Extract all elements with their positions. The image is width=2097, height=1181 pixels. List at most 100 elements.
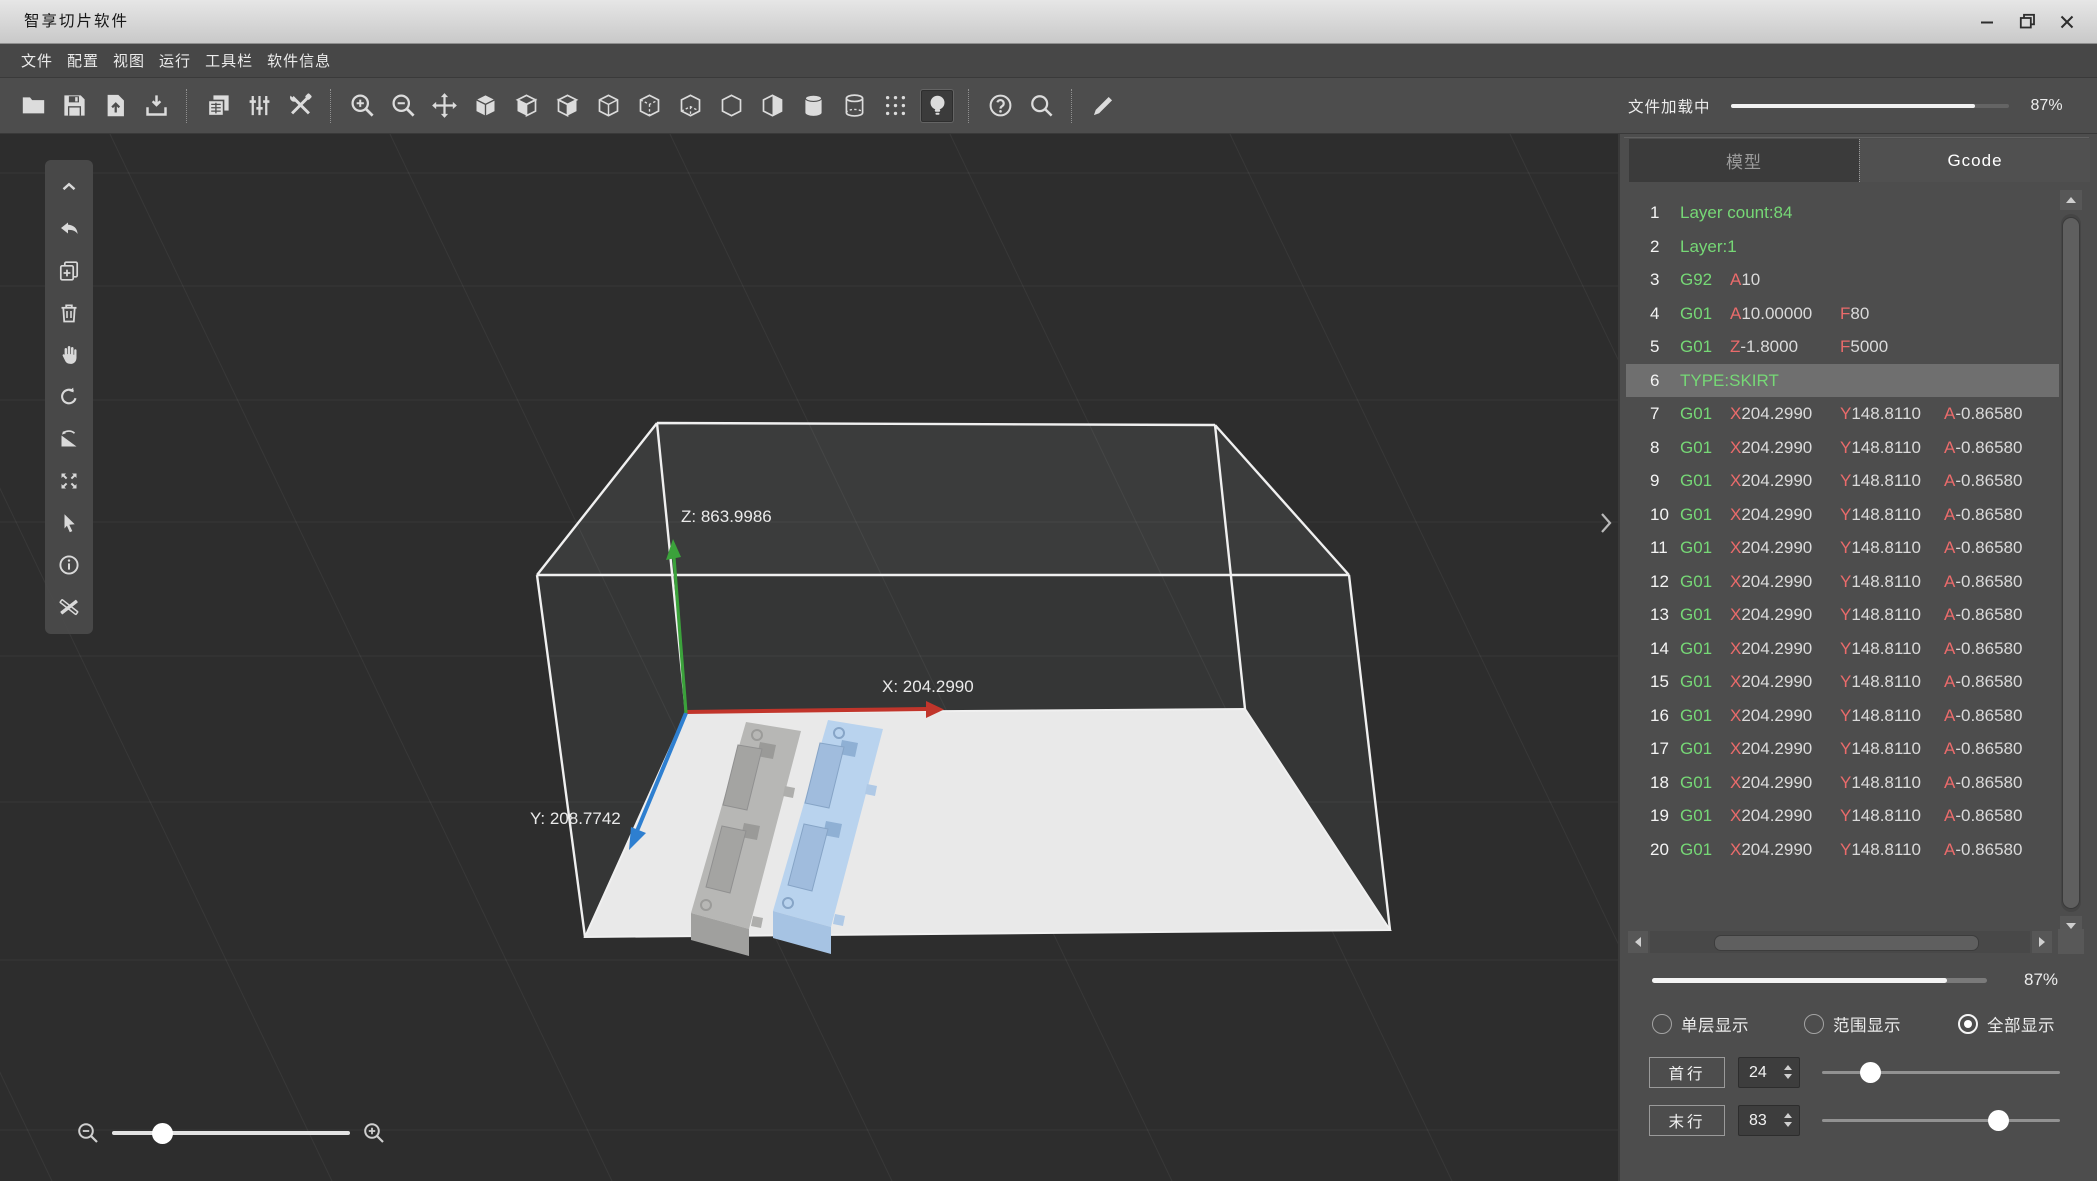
duplicate-model-button[interactable] — [50, 250, 88, 292]
pan-view-button[interactable] — [50, 334, 88, 376]
menu-item-file[interactable]: 文件 — [21, 50, 53, 71]
gcode-line[interactable]: 5G01Z-1.8000F5000 — [1626, 330, 2059, 364]
panel-collapse-button[interactable] — [1594, 506, 1618, 540]
annotate-button[interactable] — [1088, 91, 1118, 121]
view-cylinder-wire-button[interactable] — [839, 91, 869, 121]
last-line-slider[interactable] — [1822, 1105, 2060, 1136]
menu-item-run[interactable]: 运行 — [159, 50, 191, 71]
gcode-line[interactable]: 4G01A10.00000F80 — [1626, 297, 2059, 331]
move-view-button[interactable] — [429, 91, 459, 121]
gcode-line[interactable]: 10G01X204.2990Y148.8110A-0.86580 — [1626, 498, 2059, 532]
export-gcode-button[interactable] — [141, 91, 171, 121]
toolbar-separator — [968, 89, 970, 123]
view-hidden-edges-button[interactable] — [634, 91, 664, 121]
close-button[interactable] — [2047, 0, 2087, 43]
view-left-face-button[interactable] — [511, 91, 541, 121]
display-mode-all[interactable]: 全部显示 — [1958, 1004, 2055, 1044]
search-button[interactable] — [1026, 91, 1056, 121]
vertical-scroll-thumb[interactable] — [2062, 217, 2080, 909]
view-section-button[interactable] — [757, 91, 787, 121]
menu-item-toolbar[interactable]: 工具栏 — [205, 50, 253, 71]
select-model-button[interactable] — [50, 502, 88, 544]
view-bottom-face-button[interactable] — [675, 91, 705, 121]
first-line-slider-knob[interactable] — [1860, 1062, 1881, 1083]
first-line-spinner[interactable]: 24 — [1738, 1057, 1800, 1088]
gcode-line[interactable]: 11G01X204.2990Y148.8110A-0.86580 — [1626, 531, 2059, 565]
machine-tools-button[interactable] — [285, 91, 315, 121]
tab-gcode[interactable]: Gcode — [1859, 139, 2090, 182]
gcode-line[interactable]: 13G01X204.2990Y148.8110A-0.86580 — [1626, 598, 2059, 632]
help-button[interactable] — [985, 91, 1015, 121]
first-line-slider[interactable] — [1822, 1057, 2060, 1088]
display-mode-range[interactable]: 范围显示 — [1804, 1004, 1901, 1044]
scroll-left-button[interactable] — [1628, 931, 1648, 953]
first-line-label[interactable]: 首行 — [1649, 1057, 1725, 1088]
zoom-slider-track[interactable] — [112, 1131, 350, 1135]
delete-model-button[interactable] — [50, 292, 88, 334]
zoom-out-button[interactable] — [76, 1121, 100, 1145]
gcode-line[interactable]: 17G01X204.2990Y148.8110A-0.86580 — [1626, 732, 2059, 766]
zoom-in-button[interactable] — [362, 1121, 386, 1145]
zoom-out-icon — [390, 92, 417, 119]
last-line-label[interactable]: 末行 — [1649, 1105, 1725, 1136]
last-line-slider-knob[interactable] — [1988, 1110, 2009, 1131]
gcode-line[interactable]: 18G01X204.2990Y148.8110A-0.86580 — [1626, 766, 2059, 800]
copy-layout-button[interactable] — [203, 91, 233, 121]
last-line-spinner[interactable]: 83 — [1738, 1105, 1800, 1136]
spinner-up-button[interactable] — [1784, 1113, 1792, 1118]
gcode-line[interactable]: 15G01X204.2990Y148.8110A-0.86580 — [1626, 665, 2059, 699]
open-file-button[interactable] — [18, 91, 48, 121]
zoom-in-button[interactable] — [347, 91, 377, 121]
spinner-down-button[interactable] — [1784, 1122, 1792, 1127]
info-icon — [57, 553, 81, 577]
gcode-line[interactable]: 1Layer count:84 — [1626, 196, 2059, 230]
light-toggle-button[interactable] — [921, 90, 953, 122]
gcode-line[interactable]: 16G01X204.2990Y148.8110A-0.86580 — [1626, 699, 2059, 733]
undo-button[interactable] — [50, 208, 88, 250]
view-cylinder-button[interactable] — [798, 91, 828, 121]
menu-item-config[interactable]: 配置 — [67, 50, 99, 71]
tab-model[interactable]: 模型 — [1629, 139, 1859, 182]
gcode-line[interactable]: 7G01X204.2990Y148.8110A-0.86580 — [1626, 397, 2059, 431]
save-file-button[interactable] — [59, 91, 89, 121]
view-front-face-button[interactable] — [552, 91, 582, 121]
toolbar-separator — [186, 89, 188, 123]
menu-item-software-info[interactable]: 软件信息 — [267, 50, 331, 71]
view-wireframe-button[interactable] — [593, 91, 623, 121]
scroll-right-button[interactable] — [2032, 931, 2052, 953]
import-model-button[interactable] — [100, 91, 130, 121]
menu-item-view[interactable]: 视图 — [113, 50, 145, 71]
view-outline-button[interactable] — [716, 91, 746, 121]
display-mode-single-layer[interactable]: 单层显示 — [1652, 1004, 1749, 1044]
gcode-line[interactable]: 9G01X204.2990Y148.8110A-0.86580 — [1626, 464, 2059, 498]
gcode-line[interactable]: 3G92A10 — [1626, 263, 2059, 297]
vertical-scroll-track[interactable] — [2061, 214, 2081, 912]
fit-view-button[interactable] — [50, 460, 88, 502]
gcode-line[interactable]: 8G01X204.2990Y148.8110A-0.86580 — [1626, 431, 2059, 465]
model-info-button[interactable] — [50, 544, 88, 586]
left-toolbar — [45, 160, 93, 634]
zoom-slider-knob[interactable] — [152, 1123, 173, 1144]
restore-button[interactable] — [2007, 0, 2047, 43]
spinner-down-button[interactable] — [1784, 1074, 1792, 1079]
scroll-up-button[interactable] — [2060, 190, 2082, 210]
zoom-out-button[interactable] — [388, 91, 418, 121]
rotate-model-button[interactable] — [50, 376, 88, 418]
measure-tool-button[interactable] — [50, 586, 88, 628]
gcode-line[interactable]: 14G01X204.2990Y148.8110A-0.86580 — [1626, 632, 2059, 666]
scale-model-button[interactable] — [50, 418, 88, 460]
horizontal-scroll-track[interactable] — [1650, 931, 2030, 953]
horizontal-scroll-thumb[interactable] — [1714, 935, 1979, 951]
view-points-button[interactable] — [880, 91, 910, 121]
gcode-line[interactable]: 2Layer:1 — [1626, 230, 2059, 264]
gcode-line[interactable]: 6TYPE:SKIRT — [1626, 364, 2059, 398]
scene-3d[interactable]: Z: 863.9986 X: 204.2990 Y: 208.7742 — [0, 134, 1618, 1181]
gcode-line[interactable]: 20G01X204.2990Y148.8110A-0.86580 — [1626, 833, 2059, 867]
spinner-up-button[interactable] — [1784, 1065, 1792, 1070]
view-solid-button[interactable] — [470, 91, 500, 121]
parameter-settings-button[interactable] — [244, 91, 274, 121]
gcode-line[interactable]: 12G01X204.2990Y148.8110A-0.86580 — [1626, 565, 2059, 599]
minimize-button[interactable] — [1967, 0, 2007, 43]
gcode-line[interactable]: 19G01X204.2990Y148.8110A-0.86580 — [1626, 799, 2059, 833]
collapse-toolbar-button[interactable] — [50, 166, 88, 208]
